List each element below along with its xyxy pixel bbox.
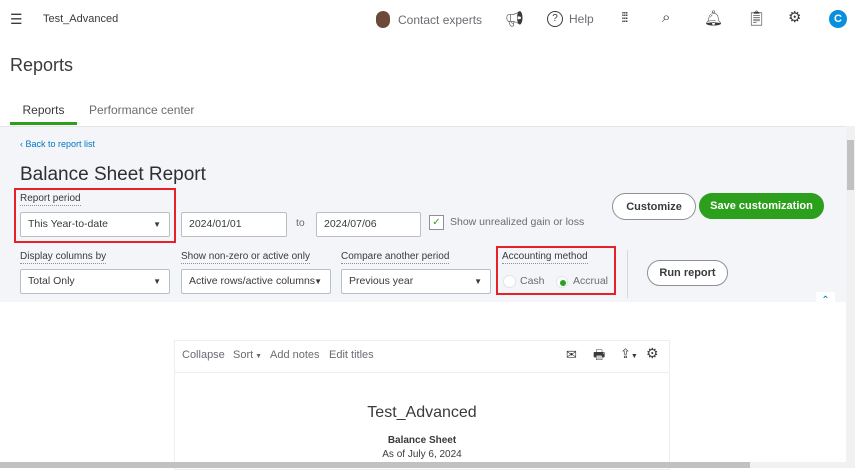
report-period-label: Report period xyxy=(20,193,81,206)
edit-titles-link[interactable]: Edit titles xyxy=(329,349,374,361)
accrual-radio[interactable] xyxy=(556,276,568,288)
compare-period-value: Previous year xyxy=(349,275,414,287)
email-icon[interactable]: ✉ xyxy=(566,347,577,363)
collapse-link[interactable]: Collapse xyxy=(182,349,225,361)
nonzero-value: Active rows/active columns xyxy=(189,275,316,287)
collapse-options-button[interactable]: ⌃ xyxy=(816,292,835,310)
clipboard-icon[interactable]: 📋︎ xyxy=(747,9,766,27)
tab-performance-center[interactable]: Performance center xyxy=(89,103,194,117)
caret-down-icon: ▼ xyxy=(153,277,161,286)
report-period-value: This Year-to-date xyxy=(28,218,108,230)
unrealized-label: Show unrealized gain or loss xyxy=(450,216,585,228)
divider xyxy=(627,250,628,298)
menu-toggle-icon[interactable]: ☰ xyxy=(10,11,23,28)
compare-period-select[interactable]: Previous year ▼ xyxy=(341,269,491,294)
help-link[interactable]: Help xyxy=(569,12,594,26)
sort-link[interactable]: Sort ▼ xyxy=(233,349,262,361)
unrealized-checkbox[interactable]: ✓ xyxy=(429,215,444,230)
accrual-label: Accrual xyxy=(573,275,609,287)
help-icon[interactable]: ? xyxy=(547,11,563,27)
preview-as-of-date: As of July 6, 2024 xyxy=(382,449,462,460)
megaphone-icon[interactable]: 📢︎ xyxy=(505,10,524,28)
horizontal-scrollbar[interactable] xyxy=(0,462,846,468)
divider xyxy=(174,372,670,373)
print-icon[interactable]: 🖶 xyxy=(593,346,605,368)
contact-experts-link[interactable]: Contact experts xyxy=(398,13,482,27)
nonzero-label: Show non-zero or active only xyxy=(181,251,310,264)
apps-grid-icon[interactable]: ⁞⁞⁞ xyxy=(621,9,629,25)
search-icon[interactable]: ⌕ xyxy=(662,9,670,26)
settings-gear-icon[interactable]: ⚙ xyxy=(646,345,659,362)
user-avatar[interactable]: C xyxy=(829,10,847,28)
report-period-select[interactable]: This Year-to-date ▼ xyxy=(20,212,170,237)
cash-label: Cash xyxy=(520,275,545,287)
display-columns-label: Display columns by xyxy=(20,251,107,264)
run-report-button[interactable]: Run report xyxy=(647,260,728,286)
bell-icon[interactable]: 🔔︎ xyxy=(704,9,723,27)
expert-avatar-icon xyxy=(376,11,390,28)
caret-down-icon: ▼ xyxy=(314,277,322,286)
to-label: to xyxy=(296,217,305,229)
customize-button[interactable]: Customize xyxy=(612,193,696,220)
date-from-input[interactable]: 2024/01/01 xyxy=(181,212,287,237)
company-name: Test_Advanced xyxy=(43,13,119,25)
cash-radio[interactable] xyxy=(503,275,516,288)
preview-company-name: Test_Advanced xyxy=(367,404,477,421)
report-title: Balance Sheet Report xyxy=(20,164,206,185)
page-title: Reports xyxy=(10,55,74,75)
tab-reports[interactable]: Reports xyxy=(10,103,77,125)
preview-report-title: Balance Sheet xyxy=(387,435,457,446)
caret-down-icon: ▼ xyxy=(474,277,482,286)
compare-period-label: Compare another period xyxy=(341,251,450,264)
save-customization-button[interactable]: Save customization xyxy=(699,193,824,219)
back-to-report-list-link[interactable]: ‹ Back to report list xyxy=(20,139,95,149)
display-columns-value: Total Only xyxy=(28,275,75,287)
sort-label: Sort xyxy=(233,349,254,361)
vertical-scrollbar[interactable] xyxy=(846,126,855,468)
back-link-label: Back to report list xyxy=(25,139,96,149)
accounting-method-label: Accounting method xyxy=(502,251,588,264)
date-to-input[interactable]: 2024/07/06 xyxy=(316,212,421,237)
caret-down-icon: ▼ xyxy=(153,220,161,229)
gear-icon[interactable]: ⚙ xyxy=(788,8,801,26)
nonzero-select[interactable]: Active rows/active columns ▼ xyxy=(181,269,331,294)
top-bar: ☰ Test_Advanced Contact experts 📢︎ ? Hel… xyxy=(0,0,855,40)
export-icon[interactable]: ⇪▼ xyxy=(620,346,638,362)
display-columns-select[interactable]: Total Only ▼ xyxy=(20,269,170,294)
add-notes-link[interactable]: Add notes xyxy=(270,349,320,361)
